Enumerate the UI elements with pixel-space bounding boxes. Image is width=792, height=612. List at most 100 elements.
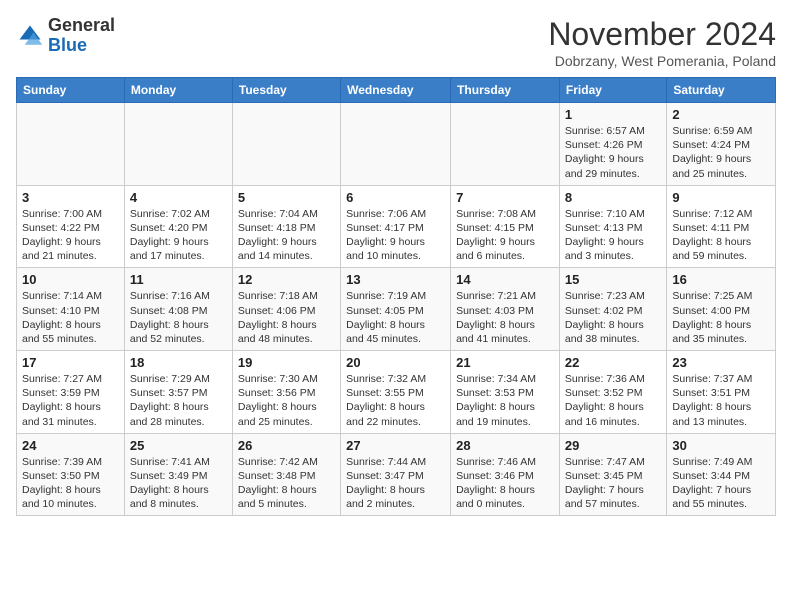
calendar-cell: 25 Sunrise: 7:41 AMSunset: 3:49 PMDayligh…	[124, 433, 232, 516]
day-info: Sunrise: 7:47 AMSunset: 3:45 PMDaylight:…	[565, 455, 661, 512]
calendar-header-thursday: Thursday	[451, 78, 560, 103]
day-number: 14	[456, 272, 554, 287]
calendar-header-sunday: Sunday	[17, 78, 125, 103]
day-info: Sunrise: 7:34 AMSunset: 3:53 PMDaylight:…	[456, 372, 554, 429]
day-number: 17	[22, 355, 119, 370]
calendar-cell: 16 Sunrise: 7:25 AMSunset: 4:00 PMDayligh…	[667, 268, 776, 351]
day-number: 9	[672, 190, 770, 205]
day-number: 7	[456, 190, 554, 205]
day-number: 18	[130, 355, 227, 370]
calendar-cell: 7 Sunrise: 7:08 AMSunset: 4:15 PMDaylight…	[451, 185, 560, 268]
day-info: Sunrise: 7:12 AMSunset: 4:11 PMDaylight:…	[672, 207, 770, 264]
calendar-cell: 1 Sunrise: 6:57 AMSunset: 4:26 PMDaylight…	[559, 103, 666, 186]
day-info: Sunrise: 7:41 AMSunset: 3:49 PMDaylight:…	[130, 455, 227, 512]
day-info: Sunrise: 7:25 AMSunset: 4:00 PMDaylight:…	[672, 289, 770, 346]
day-info: Sunrise: 7:32 AMSunset: 3:55 PMDaylight:…	[346, 372, 445, 429]
day-info: Sunrise: 7:16 AMSunset: 4:08 PMDaylight:…	[130, 289, 227, 346]
day-number: 1	[565, 107, 661, 122]
calendar-table: SundayMondayTuesdayWednesdayThursdayFrid…	[16, 77, 776, 516]
day-number: 15	[565, 272, 661, 287]
logo: General Blue	[16, 16, 115, 56]
page-header: General Blue November 2024 Dobrzany, Wes…	[16, 16, 776, 69]
day-number: 12	[238, 272, 335, 287]
calendar-cell: 5 Sunrise: 7:04 AMSunset: 4:18 PMDaylight…	[232, 185, 340, 268]
day-number: 26	[238, 438, 335, 453]
day-number: 11	[130, 272, 227, 287]
day-info: Sunrise: 7:18 AMSunset: 4:06 PMDaylight:…	[238, 289, 335, 346]
calendar-header-saturday: Saturday	[667, 78, 776, 103]
day-info: Sunrise: 7:06 AMSunset: 4:17 PMDaylight:…	[346, 207, 445, 264]
day-number: 27	[346, 438, 445, 453]
calendar-header-tuesday: Tuesday	[232, 78, 340, 103]
calendar-cell: 13Sunrise: 7:19 AMSunset: 4:05 PMDayligh…	[341, 268, 451, 351]
day-info: Sunrise: 7:14 AMSunset: 4:10 PMDaylight:…	[22, 289, 119, 346]
day-number: 2	[672, 107, 770, 122]
day-info: Sunrise: 7:08 AMSunset: 4:15 PMDaylight:…	[456, 207, 554, 264]
calendar-cell: 3Sunrise: 7:00 AMSunset: 4:22 PMDaylight…	[17, 185, 125, 268]
calendar-cell	[451, 103, 560, 186]
day-info: Sunrise: 7:49 AMSunset: 3:44 PMDaylight:…	[672, 455, 770, 512]
logo-icon	[16, 22, 44, 50]
day-number: 24	[22, 438, 119, 453]
calendar-cell: 23 Sunrise: 7:37 AMSunset: 3:51 PMDayligh…	[667, 351, 776, 434]
day-info: Sunrise: 7:36 AMSunset: 3:52 PMDaylight:…	[565, 372, 661, 429]
logo-blue: Blue	[48, 35, 87, 55]
day-info: Sunrise: 7:21 AMSunset: 4:03 PMDaylight:…	[456, 289, 554, 346]
day-info: Sunrise: 7:10 AMSunset: 4:13 PMDaylight:…	[565, 207, 661, 264]
day-info: Sunrise: 7:29 AMSunset: 3:57 PMDaylight:…	[130, 372, 227, 429]
calendar-header-friday: Friday	[559, 78, 666, 103]
day-number: 6	[346, 190, 445, 205]
calendar-week-5: 24Sunrise: 7:39 AMSunset: 3:50 PMDayligh…	[17, 433, 776, 516]
calendar-cell: 15 Sunrise: 7:23 AMSunset: 4:02 PMDayligh…	[559, 268, 666, 351]
day-number: 28	[456, 438, 554, 453]
calendar-cell: 26 Sunrise: 7:42 AMSunset: 3:48 PMDayligh…	[232, 433, 340, 516]
day-info: Sunrise: 7:37 AMSunset: 3:51 PMDaylight:…	[672, 372, 770, 429]
day-info: Sunrise: 7:23 AMSunset: 4:02 PMDaylight:…	[565, 289, 661, 346]
calendar-cell: 18 Sunrise: 7:29 AMSunset: 3:57 PMDayligh…	[124, 351, 232, 434]
calendar-cell: 28 Sunrise: 7:46 AMSunset: 3:46 PMDayligh…	[451, 433, 560, 516]
day-number: 10	[22, 272, 119, 287]
calendar-cell: 21Sunrise: 7:34 AMSunset: 3:53 PMDayligh…	[451, 351, 560, 434]
day-number: 20	[346, 355, 445, 370]
day-number: 23	[672, 355, 770, 370]
calendar-cell: 27 Sunrise: 7:44 AMSunset: 3:47 PMDayligh…	[341, 433, 451, 516]
day-number: 22	[565, 355, 661, 370]
day-info: Sunrise: 7:44 AMSunset: 3:47 PMDaylight:…	[346, 455, 445, 512]
calendar-header-row: SundayMondayTuesdayWednesdayThursdayFrid…	[17, 78, 776, 103]
day-info: Sunrise: 6:59 AMSunset: 4:24 PMDaylight:…	[672, 124, 770, 181]
calendar-cell: 17 Sunrise: 7:27 AMSunset: 3:59 PMDayligh…	[17, 351, 125, 434]
calendar-week-1: 1 Sunrise: 6:57 AMSunset: 4:26 PMDaylight…	[17, 103, 776, 186]
calendar-header-monday: Monday	[124, 78, 232, 103]
calendar-body: 1 Sunrise: 6:57 AMSunset: 4:26 PMDaylight…	[17, 103, 776, 516]
day-number: 5	[238, 190, 335, 205]
day-info: Sunrise: 7:30 AMSunset: 3:56 PMDaylight:…	[238, 372, 335, 429]
day-number: 4	[130, 190, 227, 205]
day-info: Sunrise: 7:42 AMSunset: 3:48 PMDaylight:…	[238, 455, 335, 512]
day-number: 3	[22, 190, 119, 205]
calendar-cell: 20 Sunrise: 7:32 AMSunset: 3:55 PMDayligh…	[341, 351, 451, 434]
day-info: Sunrise: 6:57 AMSunset: 4:26 PMDaylight:…	[565, 124, 661, 181]
day-info: Sunrise: 7:04 AMSunset: 4:18 PMDaylight:…	[238, 207, 335, 264]
calendar-cell: 14 Sunrise: 7:21 AMSunset: 4:03 PMDayligh…	[451, 268, 560, 351]
calendar-cell: 6 Sunrise: 7:06 AMSunset: 4:17 PMDaylight…	[341, 185, 451, 268]
day-number: 30	[672, 438, 770, 453]
calendar-cell: 22 Sunrise: 7:36 AMSunset: 3:52 PMDayligh…	[559, 351, 666, 434]
day-info: Sunrise: 7:02 AMSunset: 4:20 PMDaylight:…	[130, 207, 227, 264]
calendar-cell	[341, 103, 451, 186]
calendar-cell: 11 Sunrise: 7:16 AMSunset: 4:08 PMDayligh…	[124, 268, 232, 351]
calendar-cell: 8 Sunrise: 7:10 AMSunset: 4:13 PMDaylight…	[559, 185, 666, 268]
day-info: Sunrise: 7:46 AMSunset: 3:46 PMDaylight:…	[456, 455, 554, 512]
day-number: 16	[672, 272, 770, 287]
calendar-week-2: 3Sunrise: 7:00 AMSunset: 4:22 PMDaylight…	[17, 185, 776, 268]
day-number: 8	[565, 190, 661, 205]
calendar-cell: 10 Sunrise: 7:14 AMSunset: 4:10 PMDayligh…	[17, 268, 125, 351]
calendar-cell: 12 Sunrise: 7:18 AMSunset: 4:06 PMDayligh…	[232, 268, 340, 351]
calendar-cell: 9 Sunrise: 7:12 AMSunset: 4:11 PMDaylight…	[667, 185, 776, 268]
month-title: November 2024	[548, 16, 776, 53]
day-info: Sunrise: 7:27 AMSunset: 3:59 PMDaylight:…	[22, 372, 119, 429]
calendar-cell: 30 Sunrise: 7:49 AMSunset: 3:44 PMDayligh…	[667, 433, 776, 516]
calendar-cell	[17, 103, 125, 186]
calendar-cell: 19Sunrise: 7:30 AMSunset: 3:56 PMDayligh…	[232, 351, 340, 434]
day-number: 25	[130, 438, 227, 453]
calendar-cell	[124, 103, 232, 186]
